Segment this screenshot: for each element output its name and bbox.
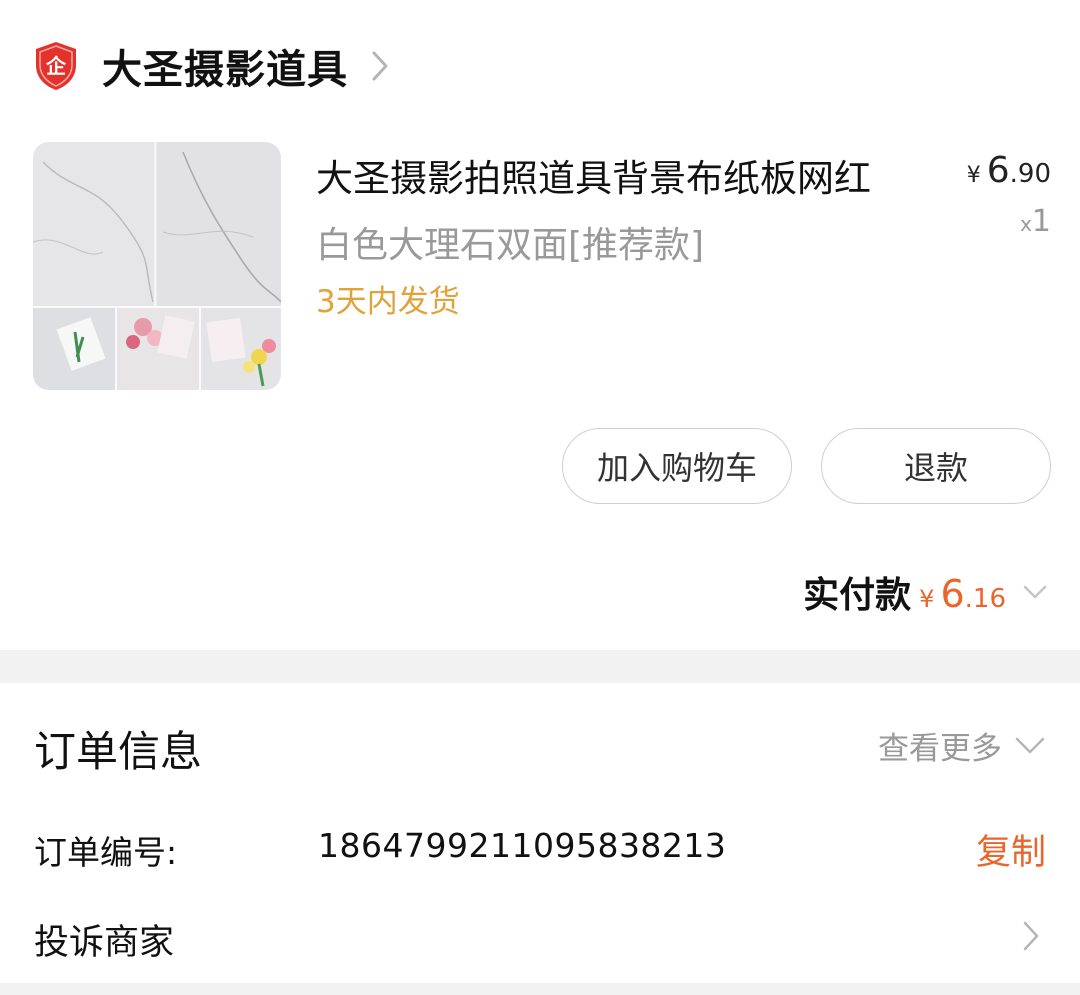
price-currency: ¥ [966, 163, 981, 188]
product-spec: 白色大理石双面[推荐款] [316, 225, 705, 266]
enterprise-shop-badge-icon: 企 [36, 42, 76, 90]
order-item-card: 企 大圣摄影道具 大圣摄影拍照道具背景布纸板网红 白色大理石双面[推荐款] 3天… [0, 0, 1080, 650]
product-quantity: x 1 [1020, 204, 1051, 239]
product-thumbnail[interactable] [33, 142, 281, 390]
shop-header[interactable]: 企 大圣摄影道具 [34, 38, 390, 94]
view-more-label: 查看更多 [878, 731, 1002, 767]
svg-text:企: 企 [45, 54, 67, 78]
order-number-label: 订单编号: [34, 833, 178, 872]
product-title[interactable]: 大圣摄影拍照道具背景布纸板网红 [316, 148, 936, 202]
order-number-value: 1864799211095838213 [318, 826, 727, 865]
paid-label: 实付款 [803, 575, 912, 616]
price-decimal: .90 [1009, 159, 1051, 189]
complain-merchant-row[interactable]: 投诉商家 [0, 900, 1080, 976]
chevron-down-icon [1023, 585, 1047, 599]
price-integer: 6 [986, 150, 1010, 191]
copy-order-number-button[interactable]: 复制 [976, 824, 1046, 875]
shipping-time: 3天内发货 [316, 284, 460, 320]
chevron-down-icon [1015, 737, 1045, 753]
paid-decimal: .16 [964, 584, 1006, 614]
view-more-link[interactable]: 查看更多 [878, 723, 1046, 768]
product-price: ¥ 6 .90 [967, 150, 1051, 191]
paid-amount-row[interactable]: 实付款 ¥ 6 .16 [803, 566, 1048, 618]
shop-name[interactable]: 大圣摄影道具 [102, 37, 348, 95]
paid-currency: ¥ [919, 585, 935, 613]
bottom-gap [0, 983, 1080, 995]
refund-button[interactable]: 退款 [821, 428, 1051, 504]
complain-merchant-label: 投诉商家 [34, 923, 175, 963]
marble-backdrop-image [33, 142, 281, 390]
quantity-prefix: x [1020, 212, 1032, 236]
add-to-cart-button[interactable]: 加入购物车 [562, 428, 792, 504]
order-info-title: 订单信息 [34, 727, 203, 776]
quantity-value: 1 [1031, 204, 1051, 239]
chevron-right-icon [372, 51, 388, 81]
paid-integer: 6 [940, 572, 965, 616]
chevron-right-icon [1023, 921, 1039, 951]
